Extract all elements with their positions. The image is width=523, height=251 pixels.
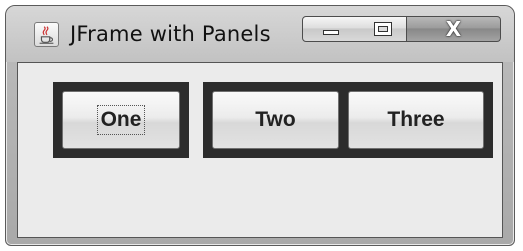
panel-one: One [53, 82, 189, 158]
maximize-icon [373, 22, 392, 36]
close-icon: X [445, 17, 462, 41]
two-button-label: Two [255, 108, 296, 131]
java-coffee-cup-icon[interactable] [34, 22, 59, 47]
two-button[interactable]: Two [212, 91, 339, 149]
three-button[interactable]: Three [348, 91, 484, 149]
maximize-button[interactable] [359, 16, 407, 42]
three-button-label: Three [387, 108, 445, 131]
panel-two: Two Three [203, 82, 493, 158]
window-title: JFrame with Panels [70, 22, 271, 46]
one-button-label: One [96, 105, 146, 135]
close-button[interactable]: X [407, 16, 501, 42]
minimize-icon [323, 30, 339, 35]
jframe-window: JFrame with Panels X One Two Three [5, 5, 515, 246]
title-bar[interactable]: JFrame with Panels X [6, 6, 514, 62]
minimize-button[interactable] [302, 16, 360, 42]
content-pane: One Two Three [17, 62, 503, 238]
one-button[interactable]: One [62, 91, 180, 149]
